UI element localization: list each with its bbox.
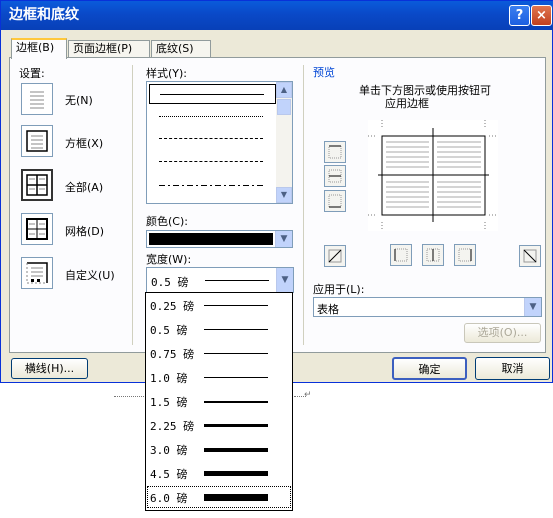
settings-label: 设置:: [19, 67, 45, 80]
chevron-down-icon[interactable]: ▼: [524, 298, 541, 316]
column-separator-2: [303, 65, 304, 345]
style-option-solid[interactable]: [149, 84, 276, 104]
preview-label: 预览: [313, 66, 335, 79]
border-inside-horizontal-button[interactable]: [324, 165, 346, 187]
preview-area[interactable]: [368, 120, 498, 231]
diagonal-down-icon: [523, 249, 537, 263]
border-left-icon: [394, 248, 408, 262]
diagonal-up-icon: [328, 249, 342, 263]
border-custom-icon: [26, 262, 48, 284]
setting-custom-button[interactable]: [21, 257, 53, 289]
setting-none-label: 无(N): [65, 94, 93, 107]
style-option-dotted[interactable]: [159, 116, 263, 117]
width-option[interactable]: 1.5 磅: [146, 389, 292, 413]
width-option[interactable]: 1.0 磅: [146, 365, 292, 389]
setting-all-label: 全部(A): [65, 181, 104, 194]
border-right-button[interactable]: [454, 244, 476, 266]
border-left-button[interactable]: [390, 244, 412, 266]
setting-grid-button[interactable]: [21, 213, 53, 245]
apply-to-value: 表格: [317, 303, 339, 316]
style-scrollbar[interactable]: ▲ ▼: [276, 82, 292, 203]
setting-none-button[interactable]: [21, 83, 53, 115]
setting-grid-label: 网格(D): [65, 225, 105, 238]
title-bar: 边框和底纹 ? ×: [1, 1, 553, 30]
width-value-line: [205, 280, 269, 281]
setting-all-button[interactable]: [21, 169, 53, 201]
width-option-selected[interactable]: 6.0 磅: [146, 485, 292, 509]
color-dropdown[interactable]: ▼: [146, 230, 293, 248]
border-inside-vertical-button[interactable]: [422, 244, 444, 266]
border-none-icon: [30, 91, 44, 109]
ok-button[interactable]: 确定: [392, 357, 467, 380]
border-diagonal-down-button[interactable]: [519, 245, 541, 267]
setting-box-button[interactable]: [21, 125, 53, 157]
width-option[interactable]: 2.25 磅: [146, 413, 292, 437]
style-listbox[interactable]: ▲ ▼: [146, 81, 293, 204]
border-grid-icon: [26, 218, 48, 240]
color-swatch: [149, 233, 273, 245]
border-box-icon: [26, 130, 48, 152]
style-option-dashed[interactable]: [159, 138, 263, 139]
border-inside-horizontal-icon: [328, 169, 342, 183]
width-option[interactable]: 0.25 磅: [146, 293, 292, 317]
tab-borders[interactable]: 边框(B): [11, 38, 67, 59]
horizontal-line-button[interactable]: 横线(H)...: [11, 358, 88, 379]
border-top-button[interactable]: [324, 141, 346, 163]
apply-to-label: 应用于(L):: [313, 283, 365, 296]
width-option[interactable]: 0.5 磅: [146, 317, 292, 341]
cancel-button[interactable]: 取消: [475, 357, 550, 380]
width-option[interactable]: 4.5 磅: [146, 461, 292, 485]
style-option-dashed-wide[interactable]: [159, 161, 263, 162]
width-label: 宽度(W):: [146, 253, 192, 266]
chevron-down-icon[interactable]: ▼: [275, 231, 292, 247]
border-inside-vertical-icon: [426, 248, 440, 262]
preview-instruction-2: 应用边框: [385, 97, 429, 110]
width-dropdown[interactable]: 0.5 磅 ▼: [146, 267, 294, 293]
help-button[interactable]: ?: [509, 5, 530, 26]
width-option[interactable]: 3.0 磅: [146, 437, 292, 461]
setting-box-label: 方框(X): [65, 137, 104, 150]
border-bottom-button[interactable]: [324, 190, 346, 212]
apply-to-dropdown[interactable]: 表格 ▼: [313, 297, 542, 317]
setting-custom-label: 自定义(U): [65, 269, 115, 282]
color-label: 颜色(C):: [146, 215, 188, 228]
tab-shading[interactable]: 底纹(S): [151, 40, 211, 58]
border-bottom-icon: [328, 194, 342, 208]
style-label: 样式(Y):: [146, 67, 188, 80]
border-top-icon: [328, 145, 342, 159]
border-all-icon: [26, 174, 48, 196]
scroll-thumb[interactable]: [277, 99, 291, 115]
options-button[interactable]: 选项(O)...: [464, 323, 541, 343]
width-dropdown-list[interactable]: 0.25 磅 0.5 磅 0.75 磅 1.0 磅 1.5 磅 2.25 磅 3…: [145, 292, 293, 511]
width-option[interactable]: 0.75 磅: [146, 341, 292, 365]
tab-page-border[interactable]: 页面边框(P): [68, 40, 150, 58]
preview-table-icon: [368, 120, 498, 231]
scroll-down-icon[interactable]: ▼: [276, 187, 292, 203]
scroll-up-icon[interactable]: ▲: [276, 82, 292, 98]
style-option-dash-dot[interactable]: [159, 185, 263, 186]
border-right-icon: [458, 248, 472, 262]
close-button[interactable]: ×: [531, 5, 552, 26]
dialog-title: 边框和底纹: [9, 7, 79, 23]
border-diagonal-up-button[interactable]: [324, 245, 346, 267]
document-dotted-line: [114, 396, 144, 397]
paragraph-mark-icon: ↵: [304, 390, 312, 400]
column-separator: [132, 65, 133, 345]
width-value: 0.5 磅: [151, 276, 189, 289]
chevron-down-icon[interactable]: ▼: [276, 268, 293, 292]
